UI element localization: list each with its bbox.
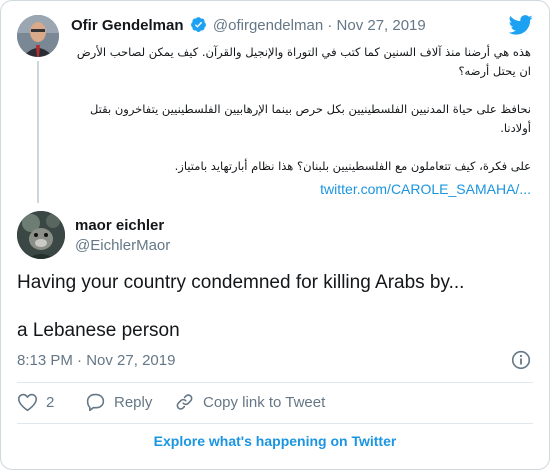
reply-bubble-icon — [86, 393, 105, 412]
quoted-tweet-paragraph: على فكرة، كيف تتعاملون مع الفلسطينيين بل… — [174, 159, 531, 173]
author-handle[interactable]: @EichlerMaor — [75, 237, 170, 254]
quoted-tweet-header: Ofir Gendelman @ofirgendelman · Nov 27, … — [71, 16, 503, 37]
heart-icon — [17, 393, 38, 412]
tweet-timestamp[interactable]: 8:13 PM · Nov 27, 2019 — [17, 352, 175, 369]
quoted-author-handle[interactable]: @ofirgendelman — [213, 17, 323, 34]
like-count: 2 — [46, 393, 55, 411]
verified-badge-icon — [190, 16, 207, 37]
reply-button[interactable]: Reply — [85, 392, 152, 412]
explore-link[interactable]: Explore what's happening on Twitter — [17, 427, 533, 455]
tweet-embed-card: Ofir Gendelman @ofirgendelman · Nov 27, … — [0, 0, 550, 470]
header-separator: · — [327, 17, 333, 34]
quoted-author-avatar[interactable] — [17, 15, 59, 57]
twitter-bird-icon[interactable] — [508, 15, 533, 40]
tweet-text-line: Having your country condemned for killin… — [17, 272, 465, 293]
quoted-tweet-date[interactable]: Nov 27, 2019 — [337, 17, 426, 34]
like-button[interactable]: 2 — [17, 392, 54, 412]
quoted-tweet-paragraph: هذه هي أرضنا منذ آلاف السنين كما كتب في … — [76, 45, 531, 78]
copy-link-label: Copy link to Tweet — [203, 393, 326, 411]
quoted-author-name[interactable]: Ofir Gendelman — [71, 17, 184, 34]
quoted-tweet-link[interactable]: twitter.com/CAROLE_SAMAHA/... — [320, 181, 531, 197]
quoted-tweet-paragraph: نحافظ على حياة المدنيين الفلسطينيين بكل … — [89, 102, 531, 135]
tweet-text-line: a Lebanese person — [17, 320, 180, 341]
timestamp-separator: · — [77, 352, 83, 369]
author-avatar[interactable] — [17, 211, 65, 259]
thread-connector-line — [37, 61, 39, 203]
divider — [17, 423, 533, 424]
reply-label: Reply — [114, 393, 153, 411]
tweet-time[interactable]: 8:13 PM — [17, 352, 73, 369]
copy-link-button[interactable]: Copy link to Tweet — [174, 392, 325, 412]
quoted-tweet-text: هذه هي أرضنا منذ آلاف السنين كما كتب في … — [71, 43, 531, 176]
link-icon — [176, 394, 193, 410]
info-icon[interactable] — [511, 350, 531, 375]
tweet-date[interactable]: Nov 27, 2019 — [86, 352, 175, 369]
author-name[interactable]: maor eichler — [75, 217, 164, 234]
divider — [17, 382, 533, 383]
